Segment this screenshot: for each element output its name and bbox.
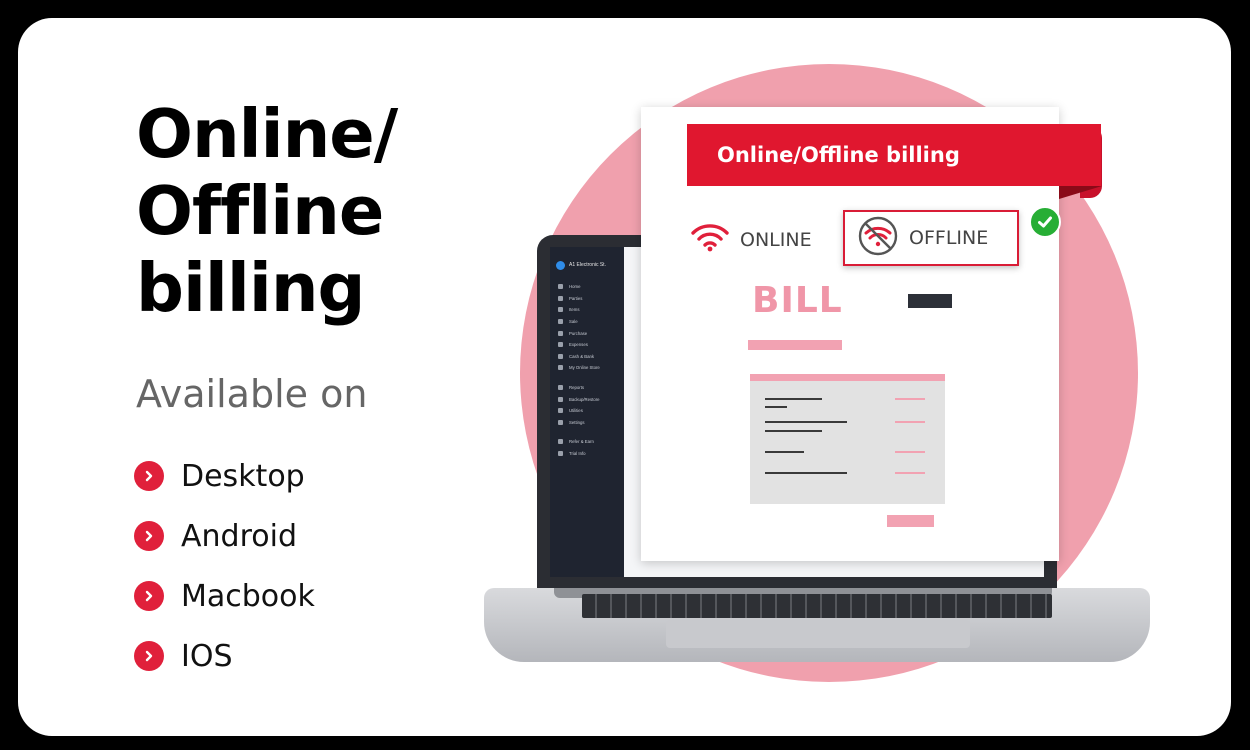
- menu-gap: [558, 428, 600, 436]
- sidebar-item-purchase[interactable]: Purchase: [558, 327, 600, 339]
- check-icon: [1029, 206, 1061, 238]
- app-menu: Home Parties Items Sale Purchase Expense…: [558, 281, 600, 459]
- bill-line: [765, 451, 804, 453]
- sidebar-item-settings[interactable]: Settings: [558, 417, 600, 429]
- business-logo-icon: [556, 260, 565, 270]
- online-label: ONLINE: [740, 228, 812, 251]
- bill-amount-line: [895, 421, 925, 423]
- offline-status: OFFLINE: [843, 210, 1019, 266]
- sidebar-item-online-store[interactable]: My Online Store: [558, 362, 600, 374]
- chevron-right-icon: [134, 461, 164, 491]
- gear-icon: [558, 419, 563, 425]
- laptop-trackpad: [666, 620, 970, 648]
- platform-label: Android: [181, 518, 297, 554]
- home-icon: [558, 284, 563, 290]
- sidebar-item-sale[interactable]: Sale: [558, 316, 600, 328]
- store-icon: [558, 365, 563, 371]
- sidebar-item-label: Reports: [569, 385, 585, 391]
- platform-list: Desktop Android Macbook IOS: [134, 446, 315, 686]
- gift-icon: [558, 439, 563, 445]
- bill-dark-placeholder: [908, 294, 952, 308]
- offline-label: OFFLINE: [909, 227, 989, 249]
- ribbon-banner: Online/Offline billing: [687, 124, 1101, 186]
- sidebar-item-label: Cash & Bank: [569, 353, 595, 359]
- platform-item: Desktop: [134, 446, 315, 506]
- sidebar-item-reports[interactable]: Reports: [558, 382, 600, 394]
- chevron-right-icon: [134, 581, 164, 611]
- wifi-icon: [690, 222, 730, 257]
- reports-icon: [558, 385, 563, 391]
- business-name-label: A1 Electronic St.: [569, 262, 606, 268]
- bill-table: [750, 374, 945, 504]
- online-status: ONLINE: [690, 222, 812, 257]
- parties-icon: [558, 295, 563, 301]
- app-sidebar: A1 Electronic St. Home Parties Items Sal…: [550, 247, 624, 577]
- available-on-label: Available on: [136, 372, 368, 416]
- chevron-right-icon: [134, 521, 164, 551]
- sidebar-item-label: Settings: [569, 419, 585, 425]
- sidebar-item-label: Backup/Restore: [569, 396, 600, 402]
- sidebar-item-label: My Online Store: [569, 365, 600, 371]
- laptop-keyboard: [582, 594, 1052, 618]
- bill-amount-line: [895, 398, 925, 400]
- wifi-off-icon: [857, 215, 899, 262]
- platform-label: Desktop: [181, 458, 305, 494]
- platform-label: IOS: [181, 638, 233, 674]
- backup-icon: [558, 396, 563, 402]
- sidebar-item-utilities[interactable]: Utilities: [558, 405, 600, 417]
- sidebar-item-label: Expenses: [569, 342, 588, 348]
- utilities-icon: [558, 408, 563, 414]
- ribbon-fold: [1059, 186, 1102, 199]
- headline: Online/ Offline billing: [136, 95, 398, 327]
- expenses-icon: [558, 342, 563, 348]
- sidebar-item-label: Trial Info: [569, 451, 586, 457]
- app-business-name: A1 Electronic St.: [556, 259, 622, 271]
- sidebar-item-backup[interactable]: Backup/Restore: [558, 393, 600, 405]
- sidebar-item-label: Refer & Earn: [569, 439, 594, 445]
- sidebar-item-trial[interactable]: Trial Info: [558, 448, 600, 460]
- bill-line: [765, 472, 847, 474]
- sidebar-item-cash-bank[interactable]: Cash & Bank: [558, 351, 600, 363]
- ribbon-label: Online/Offline billing: [717, 143, 960, 167]
- sale-icon: [558, 319, 563, 325]
- bill-amount-line: [895, 472, 925, 474]
- sidebar-item-expenses[interactable]: Expenses: [558, 339, 600, 351]
- info-icon: [558, 451, 563, 457]
- cart-icon: [558, 330, 563, 336]
- sidebar-item-refer[interactable]: Refer & Earn: [558, 436, 600, 448]
- items-icon: [558, 307, 563, 313]
- bill-line: [765, 430, 822, 432]
- bill-line: [765, 406, 787, 408]
- bill-title-underline: [748, 340, 842, 350]
- chevron-right-icon: [134, 641, 164, 671]
- sidebar-item-label: Sale: [569, 319, 578, 325]
- sidebar-item-label: Purchase: [569, 330, 588, 336]
- bill-table-header: [750, 374, 945, 381]
- sidebar-item-label: Home: [569, 284, 581, 290]
- bill-title: BILL: [752, 280, 843, 321]
- sidebar-item-home[interactable]: Home: [558, 281, 600, 293]
- sidebar-item-label: Items: [569, 307, 580, 313]
- bill-total-placeholder: [887, 515, 934, 527]
- sidebar-item-items[interactable]: Items: [558, 304, 600, 316]
- platform-item: IOS: [134, 626, 315, 686]
- platform-label: Macbook: [181, 578, 315, 614]
- menu-gap: [558, 374, 600, 382]
- sidebar-item-label: Parties: [569, 295, 583, 301]
- platform-item: Android: [134, 506, 315, 566]
- bill-line: [765, 421, 847, 423]
- bill-amount-line: [895, 451, 925, 453]
- bill-line: [765, 398, 822, 400]
- bank-icon: [558, 353, 563, 359]
- sidebar-item-label: Utilities: [569, 408, 583, 414]
- platform-item: Macbook: [134, 566, 315, 626]
- sidebar-item-parties[interactable]: Parties: [558, 293, 600, 305]
